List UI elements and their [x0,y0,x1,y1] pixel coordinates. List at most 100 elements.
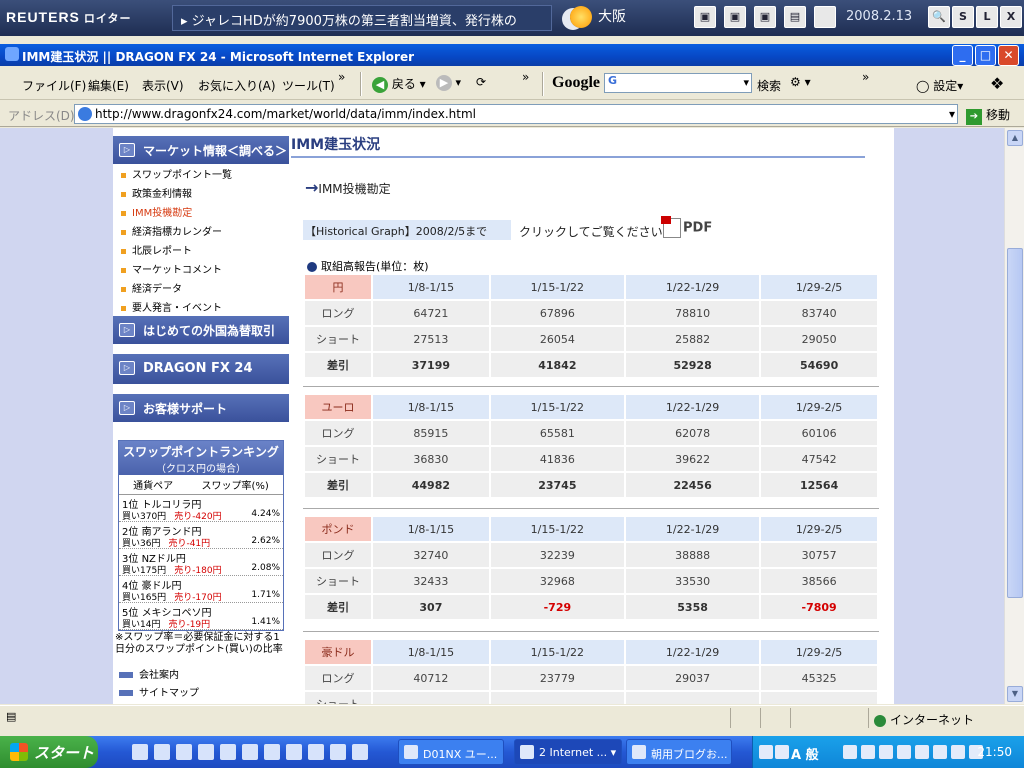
close-button[interactable]: ✕ [998,45,1019,66]
reuters-button-4[interactable]: ▤ [784,6,806,28]
pdf-link[interactable]: PDF [661,216,712,238]
address-bar: アドレス(D) http://www.dragonfx24.com/market… [0,101,1024,127]
sidebar-link-policy-rates[interactable]: 政策金利情報 [121,185,192,200]
refresh-icon[interactable]: ⟳ [476,75,486,89]
bullet-icon [307,262,317,272]
ime-mode[interactable]: A 般 [791,744,819,763]
google-overflow[interactable]: » [862,70,869,84]
quicklaunch-icon[interactable] [308,744,324,760]
quicklaunch-icon[interactable] [198,744,214,760]
row-label: ショート [305,692,371,704]
ranking-row[interactable]: 4位 豪ドル円 買い165円 売り-170円 1.71% [119,576,283,603]
forward-button[interactable]: ▶ ▾ [436,75,461,91]
maximize-button[interactable]: □ [975,45,996,66]
sidebar-link-market-comment[interactable]: マーケットコメント [121,261,222,276]
start-button[interactable]: スタート [0,736,98,768]
menu-edit[interactable]: 編集(E) [88,77,129,94]
banner-dragon-fx[interactable]: ▷ DRAGON FX 24 [113,354,289,384]
sidebar-link-hokushin-report[interactable]: 北辰レポート [121,242,192,257]
menu-tools[interactable]: ツール(T) [282,77,335,94]
buy: 買い165円 [122,593,167,603]
footer-link-company[interactable]: 会社案内 [119,666,179,681]
keyboard-icon[interactable] [759,745,773,759]
period-cell: 1/29-2/5 [761,517,877,541]
banner-support[interactable]: ▷ お客様サポート [113,394,289,422]
tray-icon[interactable] [915,745,929,759]
table-row-short: ショート 32433 32968 33530 38566 [305,569,877,593]
scrollbar-thumb[interactable] [1007,248,1023,598]
chevron-down-icon[interactable]: ▾ [743,76,749,89]
back-arrow-icon: ◀ [372,76,388,93]
menu-favorites[interactable]: お気に入り(A) [198,77,276,94]
back-button[interactable]: ◀ 戻る ▾ [372,75,426,93]
reuters-button-5[interactable] [814,6,836,28]
toolbar-overflow[interactable]: » [522,70,529,84]
market-info-header[interactable]: ▷ マーケット情報＜調べる＞ [113,136,289,164]
weather-widget[interactable]: 大阪 [570,6,626,28]
news-ticker[interactable]: ▸ ジャレコHDが約7900万株の第三者割当増資、発行株の [172,5,552,31]
reuters-search-button[interactable]: 🔍 [928,6,950,28]
sidebar-link-swap-points[interactable]: スワップポイント一覧 [121,166,232,181]
reuters-logo[interactable]: REUTERS ロイター [6,9,131,26]
quicklaunch-ie-icon[interactable] [132,744,148,760]
settings-button[interactable]: ◯ 設定▾ [916,77,963,94]
scroll-down-icon[interactable]: ▼ [1007,686,1023,702]
google-search-button[interactable]: 検索 [757,77,781,94]
period-cell: 1/22-1/29 [625,640,760,664]
imm-speculative-link[interactable]: →IMM投機勘定 [305,178,391,197]
reuters-button-2[interactable]: ▣ [724,6,746,28]
reuters-button-3[interactable]: ▣ [754,6,776,28]
tray-icon[interactable] [951,745,965,759]
quicklaunch-folder-icon[interactable] [242,744,258,760]
rate: 1.41% [251,617,280,627]
address-input[interactable]: http://www.dragonfx24.com/market/world/d… [74,104,958,124]
sidebar-link-calendar[interactable]: 経済指標カレンダー [121,223,222,238]
footer-link-sitemap[interactable]: サイトマップ [119,684,199,699]
quicklaunch-icon[interactable] [176,744,192,760]
reuters-s-button[interactable]: S [952,6,974,28]
ranking-row[interactable]: 2位 南アランド円 買い36円 売り-41円 2.62% [119,522,283,549]
quicklaunch-icon[interactable] [286,744,302,760]
tray-icon[interactable] [879,745,893,759]
quicklaunch-icon[interactable] [330,744,346,760]
quicklaunch-icon[interactable] [352,744,368,760]
reuters-button-1[interactable]: ▣ [694,6,716,28]
reuters-close-button[interactable]: X [1000,6,1022,28]
taskbar-item-active[interactable]: 2 Internet ... ▾ [514,739,622,765]
tray-icon[interactable] [861,745,875,759]
chevron-down-icon[interactable]: ▾ [949,107,955,121]
vertical-scrollbar[interactable]: ▲ ▼ [1004,128,1024,704]
value-cell: 64721 [373,301,489,325]
quicklaunch-icon[interactable] [154,744,170,760]
google-search-input[interactable]: G ▾ [604,73,752,93]
tray-icon[interactable] [933,745,947,759]
reuters-l-button[interactable]: L [976,6,998,28]
quicklaunch-folder-icon[interactable] [220,744,236,760]
tray-icon[interactable] [897,745,911,759]
value-cell [490,692,624,704]
ranking-row[interactable]: 3位 NZドル円 買い175円 売り-180円 2.08% [119,549,283,576]
taskbar-item[interactable]: 朝用ブログお... [626,739,732,765]
ranking-row[interactable]: 1位 トルコリラ円 買い370円 売り-420円 4.24% [119,495,283,522]
taskbar-item[interactable]: D01NX ユー... [398,739,504,765]
scroll-up-icon[interactable]: ▲ [1007,130,1023,146]
tray-icon[interactable] [843,745,857,759]
ranking-row[interactable]: 5位 メキシコペソ円 買い14円 売り-19円 1.41% [119,603,283,630]
ime-icon[interactable] [775,745,789,759]
sidebar-link-economic-data[interactable]: 経済データ [121,280,182,295]
clock[interactable]: 21:50 [977,745,1012,759]
menu-overflow[interactable]: » [338,70,345,84]
row-label: ロング [305,421,371,445]
window-titlebar[interactable]: IMM建玉状況 || DRAGON FX 24 - Microsoft Inte… [0,44,1024,66]
go-button[interactable]: ➔ 移動 [966,106,1010,125]
menu-view[interactable]: 表示(V) [142,77,184,94]
value-cell: 32239 [490,543,624,567]
google-tools-icons[interactable]: ⚙ ▾ [790,75,811,89]
browser-viewport[interactable]: ▷ マーケット情報＜調べる＞ スワップポイント一覧 政策金利情報 IMM投機勘定 … [0,128,1004,704]
sidebar-link-imm[interactable]: IMM投機勘定 [121,204,192,219]
sidebar-link-vip-remarks[interactable]: 要人発言・イベント [121,299,222,314]
banner-beginners[interactable]: ▷ はじめての外国為替取引 [113,316,289,344]
menu-file[interactable]: ファイル(F) [22,77,86,94]
minimize-button[interactable]: _ [952,45,973,66]
quicklaunch-icon[interactable] [264,744,280,760]
